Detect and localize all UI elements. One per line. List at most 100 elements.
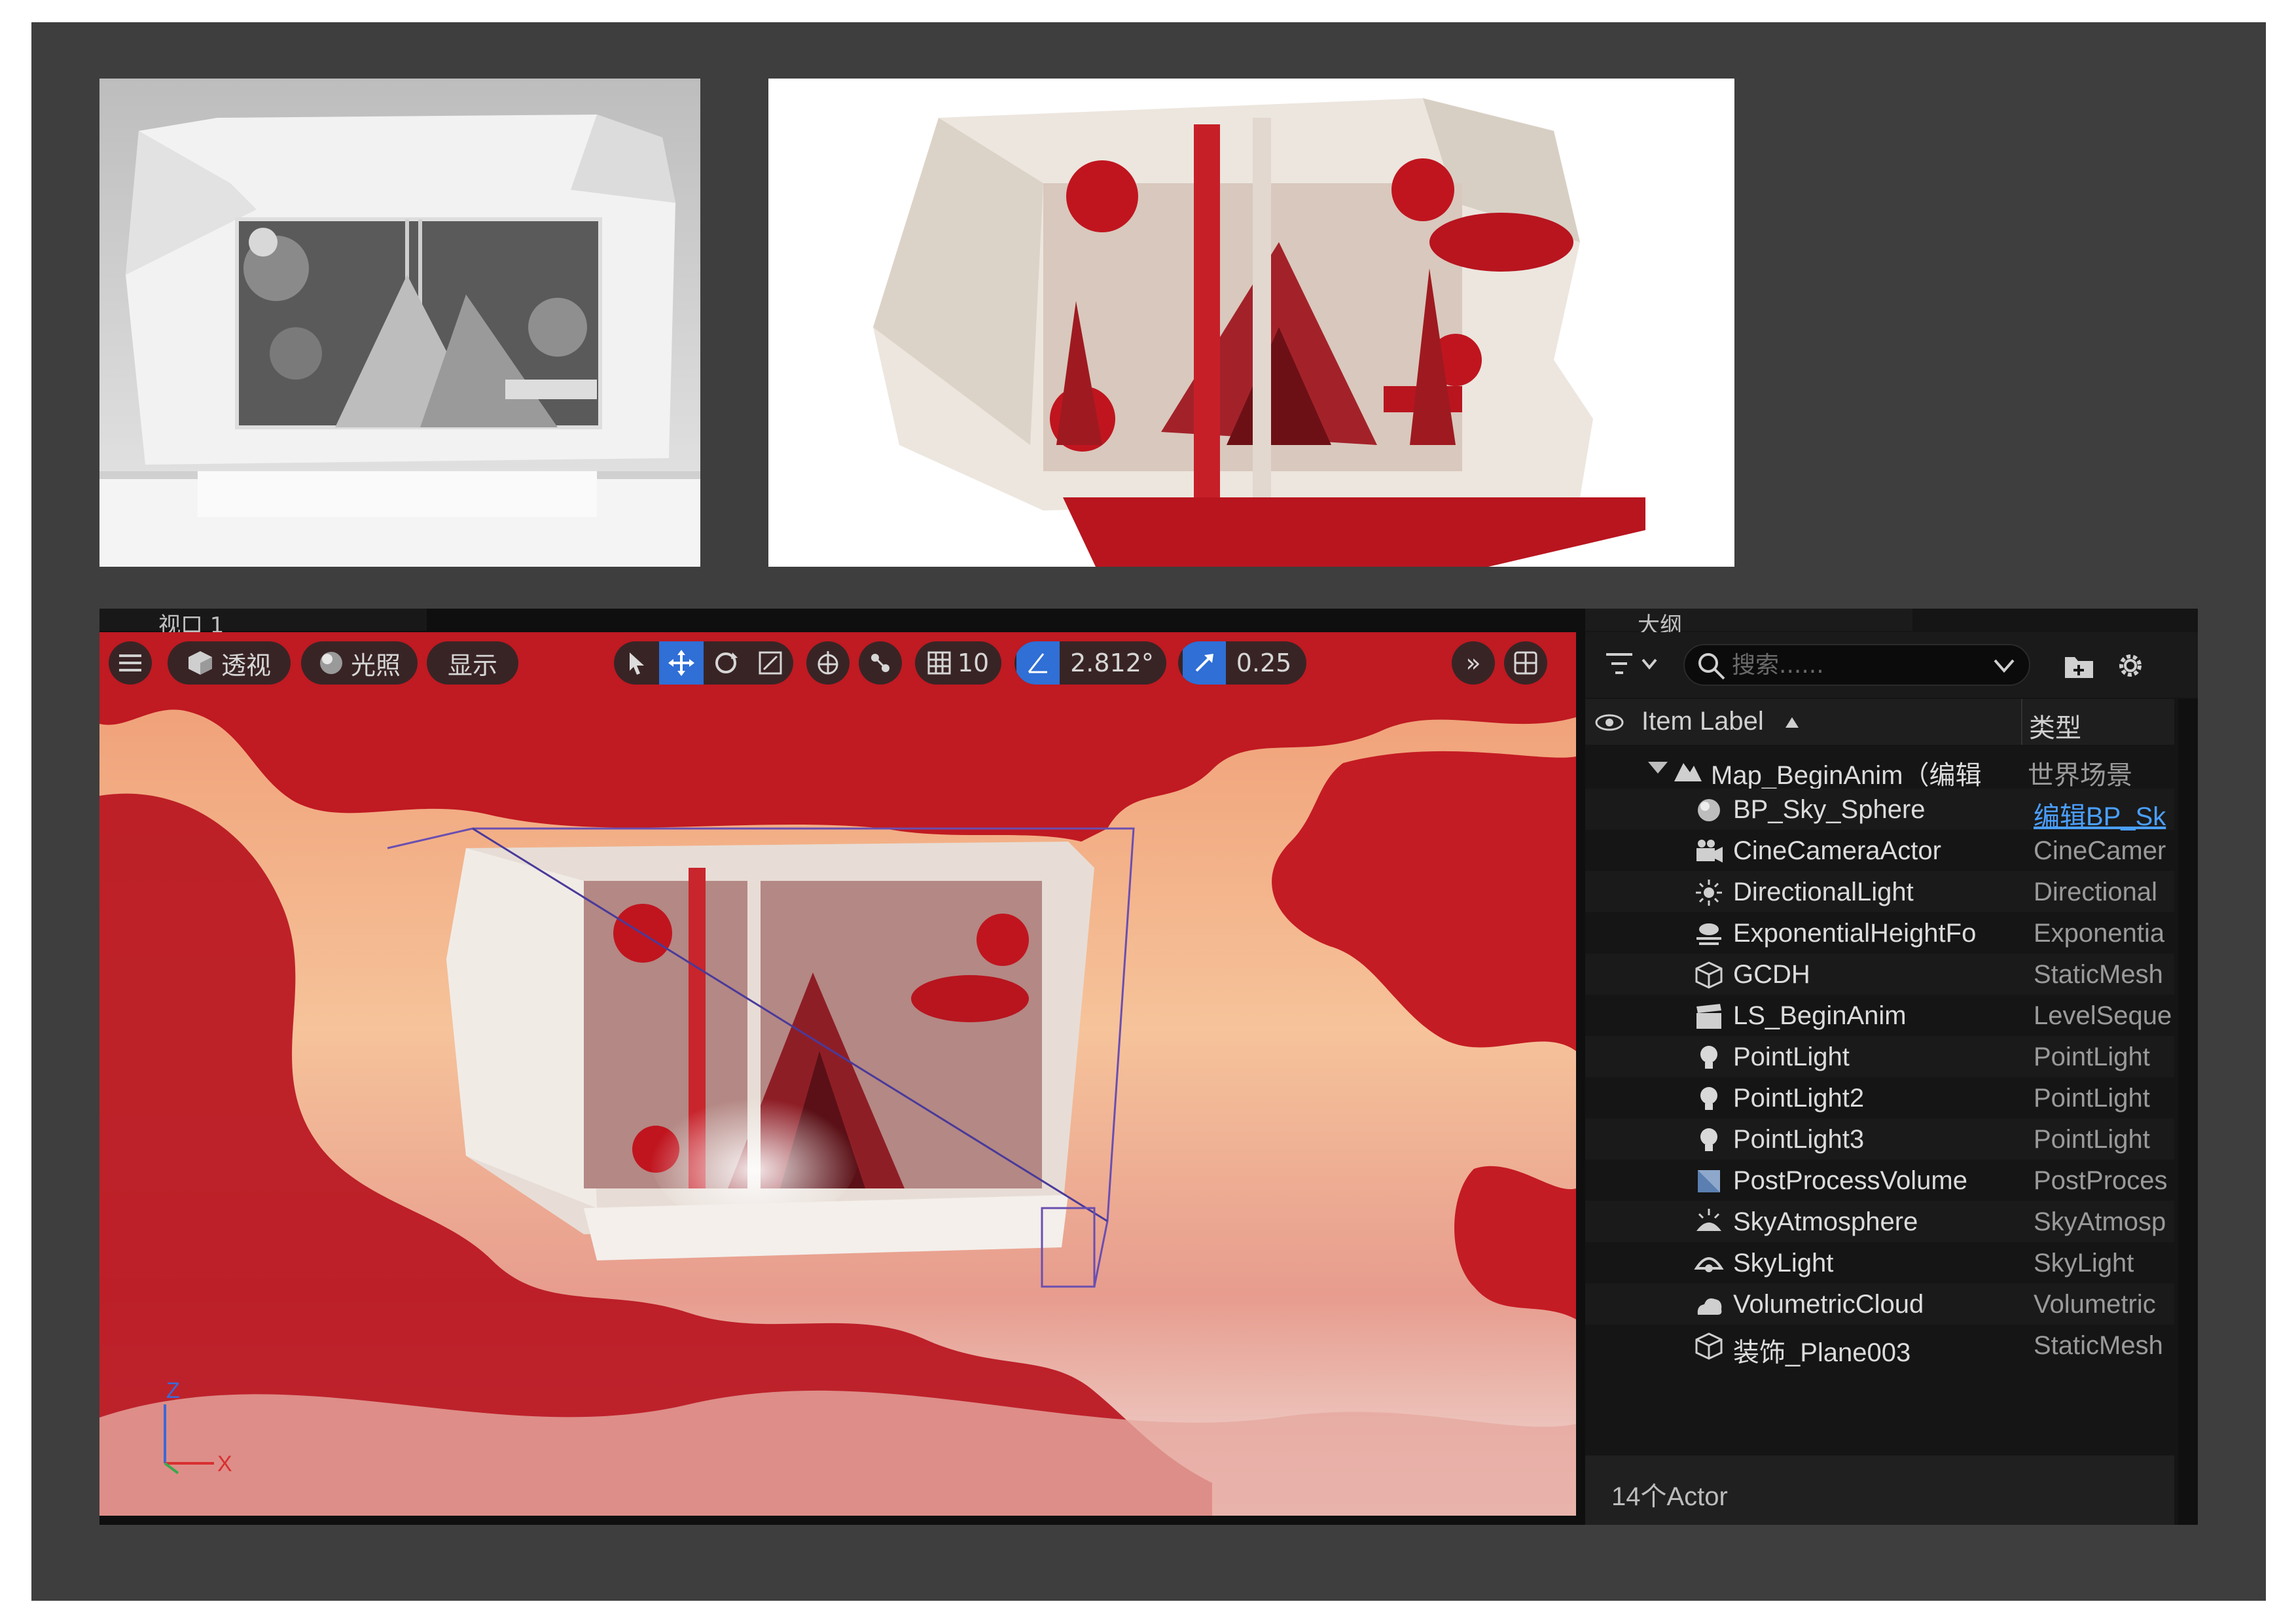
outliner-tree: Map_BeginAnim（编辑 世界场景 BP_Sky_Sphere 编辑BP_… — [1585, 747, 2174, 1367]
item-label: SkyAtmosphere — [1733, 1207, 1918, 1236]
rotation-snap-toggle[interactable] — [1016, 641, 1060, 685]
surface-snap-icon — [871, 654, 889, 672]
viewport-toolbar: 透视 光照 显示 10 2.812° 0.25 » — [99, 632, 1576, 698]
outliner-tab[interactable]: 大纲 — [1585, 609, 1912, 639]
rotate-mode-button[interactable] — [704, 641, 748, 685]
surface-snap-button[interactable] — [859, 641, 902, 685]
chevron-down-icon[interactable] — [1991, 656, 2017, 676]
lighting-button[interactable]: 光照 — [301, 641, 418, 685]
lighting-sphere-icon — [319, 652, 342, 674]
tree-expand-arrow-icon[interactable] — [1648, 762, 1668, 775]
outliner-item-row[interactable]: CineCameraActor CineCamer — [1585, 830, 2174, 871]
item-label: VolumetricCloud — [1733, 1290, 1924, 1319]
outliner-item-row[interactable]: SkyAtmosphere SkyAtmosp — [1585, 1201, 2174, 1242]
grid-snap-value: 10 — [957, 649, 990, 677]
item-type: CineCamer — [2034, 836, 2166, 865]
outliner-root-row[interactable]: Map_BeginAnim（编辑 世界场景 — [1585, 747, 2174, 790]
folder-add-icon — [2065, 657, 2093, 678]
item-label-column-header[interactable]: Item Label — [1641, 707, 1764, 736]
outliner-scrollbar[interactable] — [2178, 699, 2198, 1525]
outliner-item-row[interactable]: BP_Sky_Sphere 编辑BP_Sk — [1585, 789, 2174, 833]
bulb-icon — [1700, 1087, 1717, 1110]
item-type: SkyAtmosp — [2034, 1207, 2166, 1236]
outliner-item-row[interactable]: PointLight2 PointLight — [1585, 1077, 2174, 1118]
item-type: LevelSeque — [2034, 1001, 2172, 1030]
item-type: SkyLight — [2034, 1249, 2134, 1277]
item-type: PointLight — [2034, 1125, 2150, 1154]
filter-button[interactable] — [1604, 649, 1662, 682]
axis-x-label: X — [217, 1452, 232, 1476]
viewport-tab[interactable]: 视口 1 — [99, 609, 427, 639]
show-button[interactable]: 显示 — [427, 641, 518, 685]
scale-snap-value: 0.25 — [1236, 649, 1292, 677]
level-viewport[interactable]: 透视 光照 显示 10 2.812° 0.25 » Z X — [99, 632, 1576, 1516]
outliner-item-row[interactable]: PostProcessVolume PostProces — [1585, 1160, 2174, 1201]
search-input[interactable] — [1732, 651, 1967, 679]
item-type: PointLight — [2034, 1043, 2150, 1071]
settings-button[interactable] — [2114, 649, 2147, 682]
unreal-editor-window: 视口 1 透视 光照 显示 10 2.812° 0.25 » Z X 大纲 搜索… — [99, 609, 2198, 1525]
outliner-item-row[interactable]: GCDH StaticMesh — [1585, 954, 2174, 995]
item-label: GCDH — [1733, 960, 1810, 989]
scale-snap-control[interactable]: 0.25 — [1178, 641, 1306, 685]
item-label: ExponentialHeightFo — [1733, 919, 1977, 948]
sun-icon — [1696, 880, 1722, 906]
layout-icon — [1514, 651, 1537, 675]
outliner-item-row[interactable]: ExponentialHeightFo Exponentia — [1585, 912, 2174, 954]
item-label: CineCameraActor — [1733, 836, 1941, 865]
world-local-toggle[interactable] — [806, 641, 850, 685]
eye-icon[interactable] — [1594, 709, 1624, 736]
type-column-header[interactable]: 类型 — [2029, 707, 2081, 745]
grid-icon — [927, 651, 951, 675]
white-model-render — [99, 79, 700, 567]
search-icon — [1698, 653, 1725, 680]
hamburger-icon — [119, 654, 141, 671]
item-type[interactable]: 编辑BP_Sk — [2034, 795, 2174, 833]
outliner-item-row[interactable]: DirectionalLight Directional — [1585, 871, 2174, 912]
root-type: 世界场景 — [2028, 761, 2132, 790]
outliner-item-row[interactable]: PointLight3 PointLight — [1585, 1118, 2174, 1160]
grid-snap-control[interactable]: 10 — [915, 641, 1001, 685]
item-label: PointLight — [1733, 1043, 1850, 1071]
item-type: PostProces — [2034, 1166, 2168, 1195]
select-mode-button[interactable] — [615, 641, 659, 685]
globe-icon — [817, 651, 838, 675]
diagonal-arrow-icon — [1195, 654, 1213, 672]
bulb-icon — [1700, 1128, 1717, 1151]
papercut-color-render — [768, 79, 1734, 567]
scale-icon — [759, 651, 782, 675]
actor-count: 14个Actor — [1611, 1482, 1728, 1511]
perspective-button[interactable]: 透视 — [168, 641, 291, 685]
outliner-header: Item Label 类型 — [1585, 699, 2174, 745]
cube-icon — [188, 651, 212, 675]
atmosphere-icon — [1696, 1209, 1721, 1231]
item-type: Directional — [2034, 878, 2157, 906]
outliner-item-row[interactable]: LS_BeginAnim LevelSeque — [1585, 995, 2174, 1036]
add-folder-button[interactable] — [2063, 649, 2096, 682]
outliner-item-row[interactable]: PointLight PointLight — [1585, 1036, 2174, 1077]
bulb-icon — [1700, 1046, 1717, 1069]
root-label: Map_BeginAnim（编辑 — [1711, 761, 1982, 790]
rotation-snap-control[interactable]: 2.812° — [1014, 641, 1166, 685]
transform-tools-group — [614, 641, 793, 685]
item-label: DirectionalLight — [1733, 878, 1914, 906]
outliner-item-row[interactable]: SkyLight SkyLight — [1585, 1242, 2174, 1283]
sphere-icon — [1698, 799, 1720, 821]
outliner-item-row[interactable]: 装饰_Plane003 StaticMesh — [1585, 1325, 2174, 1367]
scale-mode-button[interactable] — [748, 641, 793, 685]
more-options-button[interactable]: » — [1452, 641, 1495, 685]
outliner-item-row[interactable]: VolumetricCloud Volumetric — [1585, 1283, 2174, 1325]
fog-icon — [1696, 923, 1721, 945]
scale-snap-toggle[interactable] — [1182, 641, 1226, 685]
translate-mode-button[interactable] — [659, 641, 704, 685]
viewport-menu-button[interactable] — [109, 641, 152, 685]
viewport-scene — [99, 632, 1576, 1516]
filter-icon — [1606, 653, 1657, 674]
volume-icon — [1698, 1170, 1720, 1192]
cube-icon — [1695, 1332, 1723, 1360]
gear-icon — [2119, 654, 2142, 677]
item-type: StaticMesh — [2034, 1331, 2163, 1360]
camera-icon — [1696, 840, 1723, 863]
viewport-layout-button[interactable] — [1504, 641, 1547, 685]
cursor-arrow-icon — [630, 652, 644, 675]
